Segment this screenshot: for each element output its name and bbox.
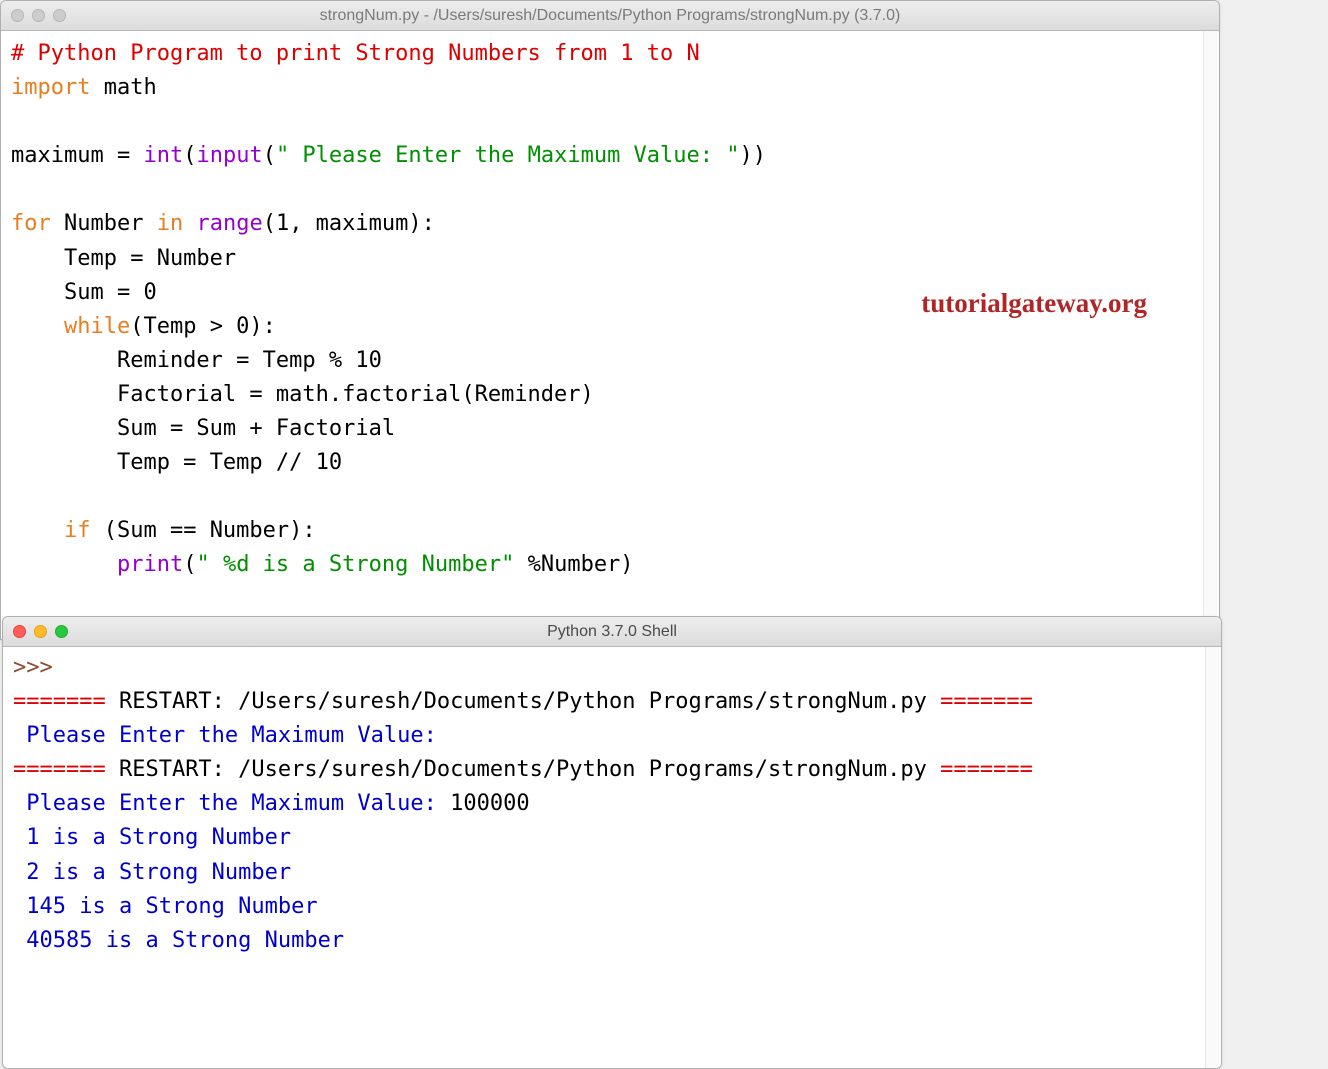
code-text: ( [183, 143, 196, 168]
code-keyword-in: in [157, 211, 184, 236]
code-text: (1, maximum): [263, 211, 435, 236]
shell-restart-sep: ======= [940, 757, 1033, 782]
editor-titlebar[interactable]: strongNum.py - /Users/suresh/Documents/P… [1, 1, 1219, 31]
code-text: %Number) [514, 552, 633, 577]
watermark: tutorialgateway.org [921, 283, 1147, 325]
shell-restart-path: RESTART: /Users/suresh/Documents/Python … [106, 757, 940, 782]
shell-input-prompt: Please Enter the Maximum Value: [13, 791, 450, 816]
shell-scrollbar[interactable] [1205, 647, 1221, 1068]
shell-traffic-lights [13, 625, 68, 638]
code-keyword-if: if [64, 518, 91, 543]
code-string: " %d is a Strong Number" [196, 552, 514, 577]
shell-restart-sep: ======= [940, 689, 1033, 714]
shell-output-line: 40585 is a Strong Number [13, 928, 344, 953]
code-text: maximum = [11, 143, 143, 168]
code-text [11, 314, 64, 339]
code-builtin-range: range [196, 211, 262, 236]
code-string: " Please Enter the Maximum Value: " [276, 143, 740, 168]
shell-output-line: 145 is a Strong Number [13, 894, 318, 919]
code-text: (Temp > 0): [130, 314, 276, 339]
shell-prompt: >>> [13, 655, 66, 680]
editor-traffic-lights [11, 9, 66, 22]
zoom-button[interactable] [55, 625, 68, 638]
shell-output[interactable]: >>> ======= RESTART: /Users/suresh/Docum… [3, 647, 1221, 1068]
close-button[interactable] [11, 9, 24, 22]
shell-output-line: 1 is a Strong Number [13, 825, 291, 850]
code-text: ( [183, 552, 196, 577]
code-text: Temp = Number [11, 246, 236, 271]
minimize-button[interactable] [34, 625, 47, 638]
code-text: Factorial = math.factorial(Reminder) [11, 382, 594, 407]
shell-titlebar[interactable]: Python 3.7.0 Shell [3, 617, 1221, 647]
code-text: Temp = Temp // 10 [11, 450, 342, 475]
code-text [11, 552, 117, 577]
code-text: Sum = 0 [11, 280, 157, 305]
code-text: Number [51, 211, 157, 236]
shell-restart-sep: ======= [13, 689, 106, 714]
shell-restart-path: RESTART: /Users/suresh/Documents/Python … [106, 689, 940, 714]
zoom-button[interactable] [53, 9, 66, 22]
shell-restart-sep: ======= [13, 757, 106, 782]
code-text: )) [740, 143, 767, 168]
shell-user-input: 100000 [450, 791, 529, 816]
code-text: Sum = Sum + Factorial [11, 416, 395, 441]
code-text: Reminder = Temp % 10 [11, 348, 382, 373]
shell-window: Python 3.7.0 Shell >>> ======= RESTART: … [2, 616, 1222, 1069]
shell-title: Python 3.7.0 Shell [3, 623, 1221, 641]
editor-title: strongNum.py - /Users/suresh/Documents/P… [1, 7, 1219, 25]
close-button[interactable] [13, 625, 26, 638]
code-keyword-import: import [11, 75, 90, 100]
code-text [11, 518, 64, 543]
shell-input-prompt: Please Enter the Maximum Value: [13, 723, 450, 748]
code-text: (Sum == Number): [90, 518, 315, 543]
editor-window: strongNum.py - /Users/suresh/Documents/P… [0, 0, 1220, 640]
code-comment: # Python Program to print Strong Numbers… [11, 41, 700, 66]
code-text: ( [263, 143, 276, 168]
code-editor[interactable]: # Python Program to print Strong Numbers… [1, 31, 1219, 639]
code-keyword-while: while [64, 314, 130, 339]
code-builtin-print: print [117, 552, 183, 577]
code-builtin-int: int [143, 143, 183, 168]
code-keyword-for: for [11, 211, 51, 236]
shell-output-line: 2 is a Strong Number [13, 860, 291, 885]
code-text: math [90, 75, 156, 100]
code-text [183, 211, 196, 236]
minimize-button[interactable] [32, 9, 45, 22]
editor-scrollbar[interactable] [1203, 31, 1219, 639]
code-builtin-input: input [196, 143, 262, 168]
